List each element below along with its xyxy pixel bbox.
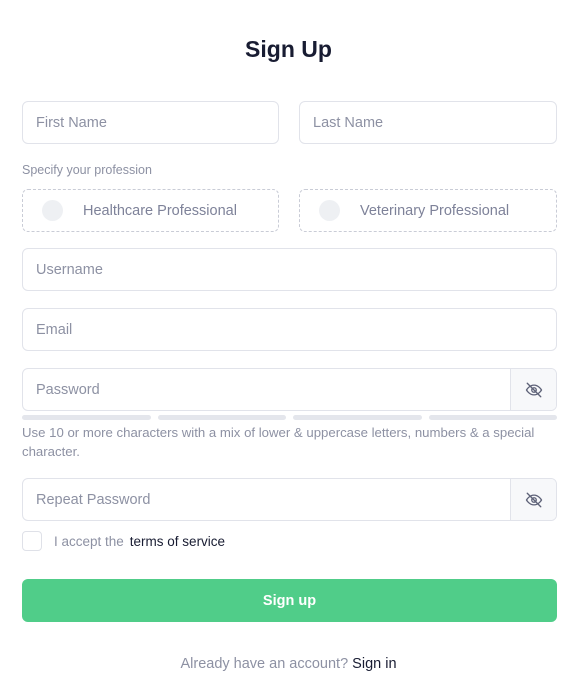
strength-segment [428, 415, 557, 420]
username-field[interactable] [22, 248, 557, 291]
first-name-input[interactable] [23, 102, 278, 143]
strength-segment [293, 415, 422, 420]
repeat-password-visibility-toggle[interactable] [510, 479, 556, 520]
repeat-password-input[interactable] [23, 479, 510, 520]
strength-segment [22, 415, 151, 420]
email-input[interactable] [23, 309, 556, 350]
repeat-password-field[interactable] [22, 478, 557, 521]
terms-prefix: I accept the [54, 533, 124, 549]
radio-label: Veterinary Professional [360, 202, 510, 219]
username-input[interactable] [23, 249, 556, 290]
radio-healthcare-professional[interactable]: Healthcare Professional [22, 189, 279, 232]
last-name-field[interactable] [299, 101, 557, 144]
password-strength-meter [22, 415, 557, 420]
terms-checkbox[interactable] [22, 531, 42, 551]
eye-slash-icon [525, 382, 542, 397]
password-visibility-toggle[interactable] [510, 369, 556, 410]
email-field[interactable] [22, 308, 557, 351]
radio-veterinary-professional[interactable]: Veterinary Professional [299, 189, 557, 232]
terms-of-service-link[interactable]: terms of service [130, 534, 225, 549]
password-input[interactable] [23, 369, 510, 410]
radio-label: Healthcare Professional [83, 202, 237, 219]
sign-up-button[interactable]: Sign up [22, 579, 557, 622]
password-field[interactable] [22, 368, 557, 411]
sign-in-link[interactable]: Sign in [352, 656, 396, 672]
eye-slash-icon [525, 492, 542, 507]
password-hint: Use 10 or more characters with a mix of … [22, 425, 535, 459]
page-title: Sign Up [245, 36, 332, 62]
first-name-field[interactable] [22, 101, 279, 144]
profession-label: Specify your profession [22, 163, 152, 177]
terms-row: I accept the terms of service [22, 531, 225, 551]
strength-segment [157, 415, 286, 420]
last-name-input[interactable] [300, 102, 556, 143]
radio-circle-icon[interactable] [319, 200, 340, 221]
radio-circle-icon[interactable] [42, 200, 63, 221]
footer-text: Already have an account? [180, 656, 349, 672]
footer: Already have an account? Sign in [0, 656, 577, 672]
